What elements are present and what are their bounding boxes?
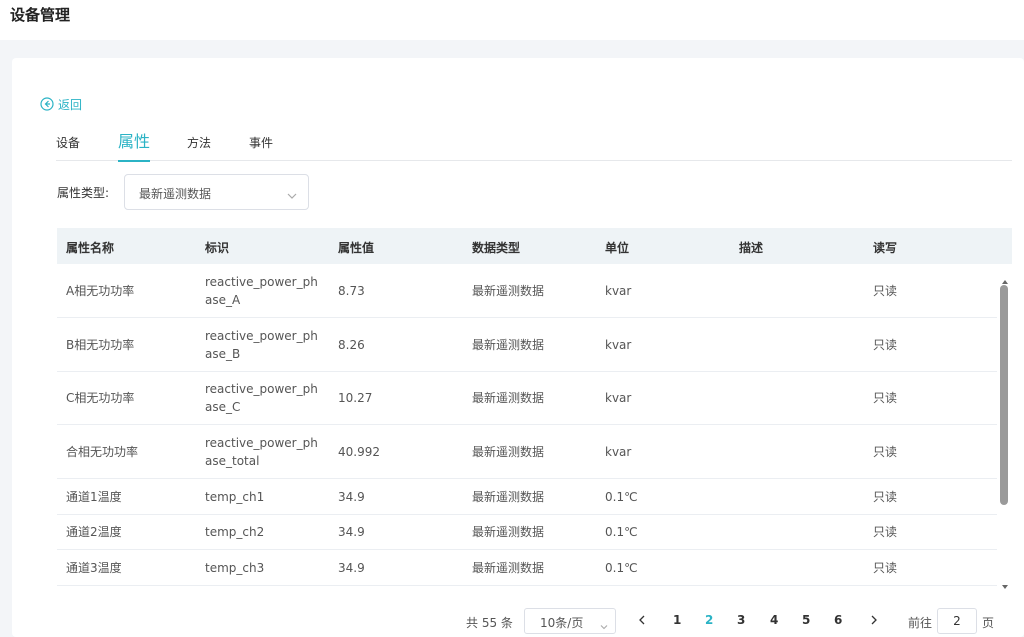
column-header-data-type: 数据类型 [472, 241, 521, 255]
cell-data-type: 最新遥测数据 [472, 284, 545, 298]
page-3-button[interactable]: 3 [737, 613, 745, 627]
table-row[interactable]: C相无功功率 reactive_power_phase_C 10.27 最新遥测… [57, 372, 997, 425]
table-row[interactable]: A相无功功率 reactive_power_phase_A 8.73 最新遥测数… [57, 264, 997, 318]
column-header-description: 描述 [739, 241, 764, 255]
back-button[interactable]: 返回 [40, 96, 82, 112]
page-6-button[interactable]: 6 [834, 613, 842, 627]
goto-page-input[interactable] [937, 608, 977, 634]
cell-value: 34.9 [338, 525, 365, 539]
pagination: 共 55 条 10条/页 1 2 3 4 5 6 前往 页 [0, 606, 1024, 636]
cell-unit: kvar [605, 445, 632, 459]
cell-value: 34.9 [338, 490, 365, 504]
table-row[interactable]: 合相无功功率 reactive_power_phase_total 40.992… [57, 425, 997, 479]
page-title: 设备管理 [10, 6, 71, 24]
cell-read-write: 只读 [873, 338, 898, 352]
scroll-up-arrow-icon[interactable] [1001, 271, 1009, 284]
cell-read-write: 只读 [873, 445, 898, 459]
cell-read-write: 只读 [873, 284, 898, 298]
table-row[interactable]: 通道2温度 temp_ch2 34.9 最新遥测数据 0.1℃ 只读 [57, 515, 997, 550]
cell-value: 8.26 [338, 338, 365, 352]
table-header: 属性名称 标识 属性值 数据类型 单位 描述 读写 [57, 228, 1012, 264]
page-5-button[interactable]: 5 [802, 613, 810, 627]
tab-bar: 设备 属性 方法 事件 [56, 126, 1012, 162]
column-header-name: 属性名称 [66, 241, 115, 255]
cell-data-type: 最新遥测数据 [472, 561, 545, 575]
chevron-down-icon [286, 187, 298, 199]
cell-unit: 0.1℃ [605, 525, 638, 539]
cell-identifier: reactive_power_phase_total [205, 436, 318, 468]
table-body: A相无功功率 reactive_power_phase_A 8.73 最新遥测数… [57, 264, 997, 590]
cell-value: 40.992 [338, 445, 380, 459]
cell-identifier: temp_ch2 [205, 525, 265, 539]
page-size-select[interactable]: 10条/页 [524, 608, 616, 634]
goto-label: 前往 [908, 616, 933, 630]
cell-name: A相无功功率 [66, 284, 135, 298]
cell-identifier: reactive_power_phase_C [205, 382, 318, 414]
column-header-read-write: 读写 [873, 241, 898, 255]
back-label: 返回 [58, 97, 83, 112]
column-header-identifier: 标识 [205, 241, 230, 255]
cell-read-write: 只读 [873, 525, 898, 539]
tab-events[interactable]: 事件 [249, 126, 273, 161]
property-type-select[interactable]: 最新遥测数据 [124, 174, 309, 210]
property-type-label: 属性类型: [57, 186, 110, 200]
cell-data-type: 最新遥测数据 [472, 338, 545, 352]
cell-value: 10.27 [338, 391, 373, 405]
property-type-value: 最新遥测数据 [139, 187, 212, 201]
chevron-down-icon [599, 617, 609, 630]
cell-data-type: 最新遥测数据 [472, 525, 545, 539]
goto-suffix: 页 [982, 616, 995, 630]
cell-value: 8.73 [338, 284, 365, 298]
page-size-value: 10条/页 [540, 616, 584, 630]
table-scrollbar[interactable] [997, 265, 1012, 590]
properties-table: 属性名称 标识 属性值 数据类型 单位 描述 读写 A相无功功率 reactiv… [57, 228, 1012, 590]
cell-unit: kvar [605, 391, 632, 405]
tab-device[interactable]: 设备 [56, 126, 80, 161]
cell-name: 合相无功功率 [66, 445, 139, 459]
scroll-down-arrow-icon[interactable] [1001, 576, 1009, 589]
cell-identifier: temp_ch3 [205, 561, 265, 575]
cell-identifier: reactive_power_phase_B [205, 329, 318, 361]
cell-identifier: temp_ch1 [205, 490, 265, 504]
cell-name: 通道1温度 [66, 490, 122, 504]
cell-unit: 0.1℃ [605, 490, 638, 504]
cell-unit: kvar [605, 338, 632, 352]
page-header: 设备管理 [0, 0, 1024, 40]
cell-read-write: 只读 [873, 561, 898, 575]
column-header-unit: 单位 [605, 241, 630, 255]
cell-read-write: 只读 [873, 490, 898, 504]
cell-unit: 0.1℃ [605, 561, 638, 575]
tab-properties[interactable]: 属性 [118, 126, 151, 162]
circle-arrow-left-icon [40, 97, 54, 111]
scrollbar-thumb[interactable] [1000, 285, 1008, 505]
cell-name: C相无功功率 [66, 391, 135, 405]
cell-name: 通道3温度 [66, 561, 122, 575]
cell-value: 34.9 [338, 561, 365, 575]
tab-methods[interactable]: 方法 [187, 126, 211, 161]
cell-name: B相无功功率 [66, 338, 135, 352]
cell-identifier: reactive_power_phase_A [205, 275, 318, 307]
prev-page-button[interactable] [635, 612, 649, 626]
total-count: 共 55 条 [466, 616, 513, 630]
cell-name: 通道2温度 [66, 525, 122, 539]
next-page-button[interactable] [867, 612, 881, 626]
table-row[interactable]: 通道3温度 temp_ch3 34.9 最新遥测数据 0.1℃ 只读 [57, 550, 997, 586]
cell-unit: kvar [605, 284, 632, 298]
page-2-button[interactable]: 2 [705, 613, 713, 627]
page-1-button[interactable]: 1 [673, 613, 681, 627]
cell-data-type: 最新遥测数据 [472, 391, 545, 405]
cell-read-write: 只读 [873, 391, 898, 405]
table-row[interactable]: B相无功功率 reactive_power_phase_B 8.26 最新遥测数… [57, 318, 997, 372]
column-header-value: 属性值 [338, 241, 375, 255]
page-4-button[interactable]: 4 [770, 613, 778, 627]
table-row[interactable]: 通道1温度 temp_ch1 34.9 最新遥测数据 0.1℃ 只读 [57, 479, 997, 515]
cell-data-type: 最新遥测数据 [472, 490, 545, 504]
cell-data-type: 最新遥测数据 [472, 445, 545, 459]
